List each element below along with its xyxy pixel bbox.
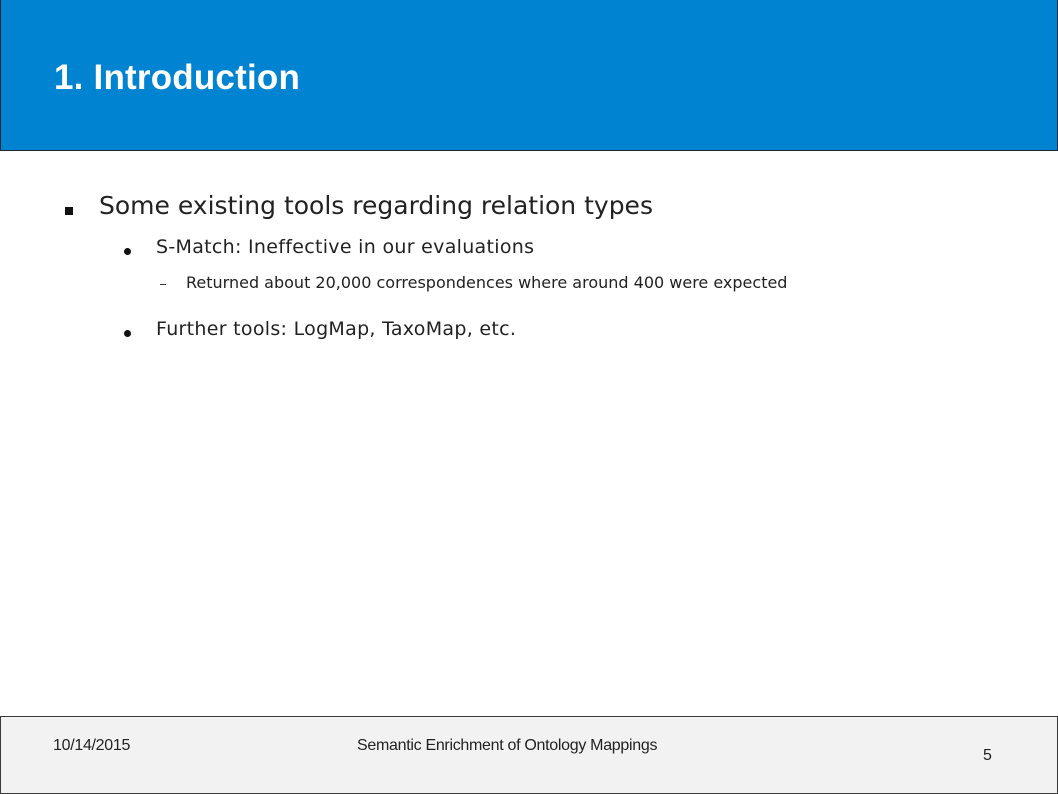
bullet-subitem-returned: Returned about 20,000 correspondences wh… xyxy=(186,273,788,292)
bullet-item-smatch: S-Match: Ineffective in our evaluations xyxy=(156,236,535,258)
footer-date: 10/14/2015 xyxy=(53,737,131,754)
round-bullet-icon xyxy=(124,248,131,255)
page-number: 5 xyxy=(983,747,992,764)
square-bullet-icon xyxy=(65,207,73,215)
slide-title: 1. Introduction xyxy=(54,58,301,97)
dash-bullet-icon xyxy=(160,284,166,285)
bullet-level1: Some existing tools regarding relation t… xyxy=(99,191,653,220)
round-bullet-icon xyxy=(124,330,131,337)
footer-bar xyxy=(0,716,1058,794)
bullet-item-further-tools: Further tools: LogMap, TaxoMap, etc. xyxy=(156,318,517,340)
slide: 1. Introduction Some existing tools rega… xyxy=(0,0,1058,794)
footer-title: Semantic Enrichment of Ontology Mappings xyxy=(357,737,658,754)
